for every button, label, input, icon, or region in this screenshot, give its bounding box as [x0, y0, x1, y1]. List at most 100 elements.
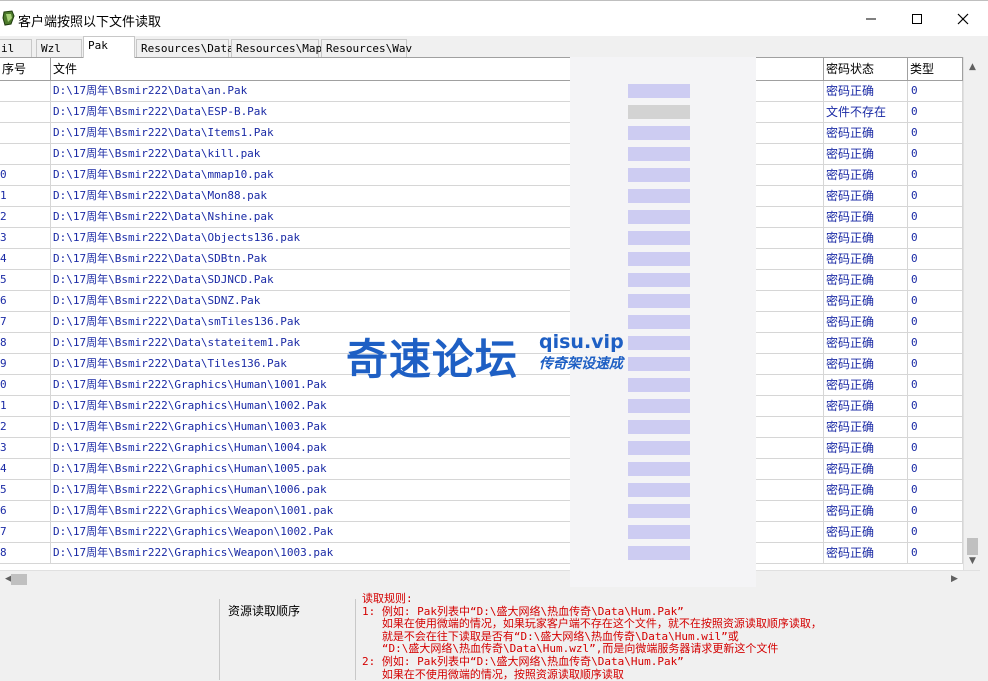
tab-resources-wav[interactable]: Resources\Wav	[321, 39, 412, 57]
minimize-button[interactable]	[848, 1, 894, 37]
rules-line: 如果在不使用微端的情况，按照资源读取顺序读取	[362, 667, 624, 681]
obscured-mark	[628, 315, 690, 329]
table-row[interactable]: 5 D:\17周年\Bsmir222\Data\SDJNCD.Pak 密码正确 0	[0, 270, 963, 291]
obscured-mark	[628, 294, 690, 308]
table-row[interactable]: 7 D:\17周年\Bsmir222\Graphics\Weapon\1002.P…	[0, 522, 963, 543]
maximize-button[interactable]	[894, 1, 940, 37]
row-status-cell: 密码正确	[824, 438, 908, 458]
tab-wil[interactable]: il	[0, 39, 32, 57]
obscured-mark	[628, 231, 690, 245]
obscured-mark	[628, 252, 690, 266]
tab-resources-map[interactable]: Resources\Map	[231, 39, 322, 57]
row-type-cell: 0	[908, 207, 963, 227]
row-index-cell: 0	[0, 165, 51, 185]
row-type-cell: 0	[908, 123, 963, 143]
table-row[interactable]: D:\17周年\Bsmir222\Data\Items1.Pak 密码正确 0	[0, 123, 963, 144]
row-status-cell: 密码正确	[824, 207, 908, 227]
rules-line: 2: 例如: Pak列表中“D:\盛大网络\热血传奇\Data\Hum.Pak”	[362, 654, 684, 668]
row-index-cell: 6	[0, 501, 51, 521]
row-type-cell: 0	[908, 438, 963, 458]
row-index-cell: 2	[0, 417, 51, 437]
watermark-domain-text: qisu.vip	[539, 331, 624, 353]
obscured-mark	[628, 357, 690, 371]
rules-line: 读取规则:	[362, 592, 413, 605]
row-type-cell: 0	[908, 249, 963, 269]
obscured-mark	[628, 504, 690, 518]
watermark-main-text: 奇速论坛	[346, 335, 519, 384]
tab-pak[interactable]: Pak	[83, 36, 135, 58]
table-row[interactable]: D:\17周年\Bsmir222\Data\an.Pak 密码正确 0	[0, 81, 963, 102]
table-row[interactable]: 2 D:\17周年\Bsmir222\Data\Nshine.pak 密码正确 0	[0, 207, 963, 228]
table-row[interactable]: 2 D:\17周年\Bsmir222\Graphics\Human\1003.Pa…	[0, 417, 963, 438]
table-row[interactable]: 8 D:\17周年\Bsmir222\Graphics\Weapon\1003.p…	[0, 543, 963, 564]
row-status-cell: 密码正确	[824, 396, 908, 416]
row-index-cell: 0	[0, 375, 51, 395]
row-status-cell: 密码正确	[824, 312, 908, 332]
horizontal-scroll-thumb[interactable]	[11, 574, 27, 585]
row-index-cell: 1	[0, 396, 51, 416]
obscured-mark	[628, 420, 690, 434]
row-type-cell: 0	[908, 333, 963, 353]
resource-order-label: 资源读取顺序	[228, 604, 301, 618]
obscured-mark	[628, 189, 690, 203]
table-row[interactable]: 1 D:\17周年\Bsmir222\Data\Mon88.pak 密码正确 0	[0, 186, 963, 207]
obscured-mark	[628, 84, 690, 98]
row-status-cell: 密码正确	[824, 123, 908, 143]
scroll-up-arrow[interactable]: ▲	[964, 59, 981, 76]
row-type-cell: 0	[908, 102, 963, 122]
row-type-cell: 0	[908, 480, 963, 500]
table-row[interactable]: 6 D:\17周年\Bsmir222\Data\SDNZ.Pak 密码正确 0	[0, 291, 963, 312]
column-header-type[interactable]: 类型	[908, 58, 963, 80]
resource-order-box[interactable]: 资源读取顺序	[219, 599, 356, 680]
table-row[interactable]: 1 D:\17周年\Bsmir222\Graphics\Human\1002.Pa…	[0, 396, 963, 417]
read-rules-text: 读取规则: 1: 例如: Pak列表中“D:\盛大网络\热血传奇\Data\Hum…	[362, 592, 822, 681]
obscured-mark	[628, 168, 690, 182]
row-index-cell: 8	[0, 543, 51, 563]
vertical-scrollbar[interactable]: ▲ ▼	[963, 57, 981, 570]
row-status-cell: 密码正确	[824, 522, 908, 542]
tab-wzl[interactable]: Wzl	[36, 39, 82, 57]
row-index-cell: 6	[0, 291, 51, 311]
row-type-cell: 0	[908, 417, 963, 437]
row-index-cell: 9	[0, 354, 51, 374]
obscured-mark	[628, 483, 690, 497]
file-list-grid[interactable]: 序号 文件 密码状态 类型 D:\17周年\Bsmir222\Data\an.P…	[0, 57, 963, 571]
table-row[interactable]: 4 D:\17周年\Bsmir222\Data\SDBtn.Pak 密码正确 0	[0, 249, 963, 270]
table-row[interactable]: 4 D:\17周年\Bsmir222\Graphics\Human\1005.pa…	[0, 459, 963, 480]
row-type-cell: 0	[908, 312, 963, 332]
scroll-right-arrow[interactable]: ▶	[946, 571, 963, 588]
row-status-cell: 密码正确	[824, 228, 908, 248]
row-index-cell	[0, 144, 51, 164]
horizontal-scrollbar[interactable]: ◀ ▶	[0, 570, 980, 588]
obscured-mark	[628, 273, 690, 287]
row-status-cell: 密码正确	[824, 249, 908, 269]
column-header-status[interactable]: 密码状态	[824, 58, 908, 80]
row-type-cell: 0	[908, 354, 963, 374]
tab-resources-data[interactable]: Resources\Data	[136, 39, 234, 57]
row-index-cell: 7	[0, 312, 51, 332]
table-row[interactable]: 3 D:\17周年\Bsmir222\Data\Objects136.pak 密码正…	[0, 228, 963, 249]
row-index-cell: 8	[0, 333, 51, 353]
obscured-mark	[628, 210, 690, 224]
row-type-cell: 0	[908, 501, 963, 521]
row-type-cell: 0	[908, 291, 963, 311]
table-row[interactable]: 0 D:\17周年\Bsmir222\Data\mmap10.pak 密码正确 0	[0, 165, 963, 186]
row-index-cell: 7	[0, 522, 51, 542]
row-index-cell: 4	[0, 249, 51, 269]
table-row[interactable]: 3 D:\17周年\Bsmir222\Graphics\Human\1004.pa…	[0, 438, 963, 459]
obscured-mark	[628, 105, 690, 119]
table-row[interactable]: 6 D:\17周年\Bsmir222\Graphics\Weapon\1001.p…	[0, 501, 963, 522]
row-type-cell: 0	[908, 543, 963, 563]
row-status-cell: 密码正确	[824, 543, 908, 563]
row-type-cell: 0	[908, 459, 963, 479]
obscured-mark	[628, 378, 690, 392]
column-header-index[interactable]: 序号	[0, 58, 51, 80]
table-row[interactable]: D:\17周年\Bsmir222\Data\ESP-B.Pak 文件不存在 0	[0, 102, 963, 123]
grid-header: 序号 文件 密码状态 类型	[0, 58, 963, 81]
scroll-down-arrow[interactable]: ▼	[964, 553, 981, 570]
close-icon	[957, 13, 969, 25]
table-row[interactable]: D:\17周年\Bsmir222\Data\kill.pak 密码正确 0	[0, 144, 963, 165]
row-index-cell: 4	[0, 459, 51, 479]
close-button[interactable]	[940, 1, 986, 37]
table-row[interactable]: 5 D:\17周年\Bsmir222\Graphics\Human\1006.pa…	[0, 480, 963, 501]
